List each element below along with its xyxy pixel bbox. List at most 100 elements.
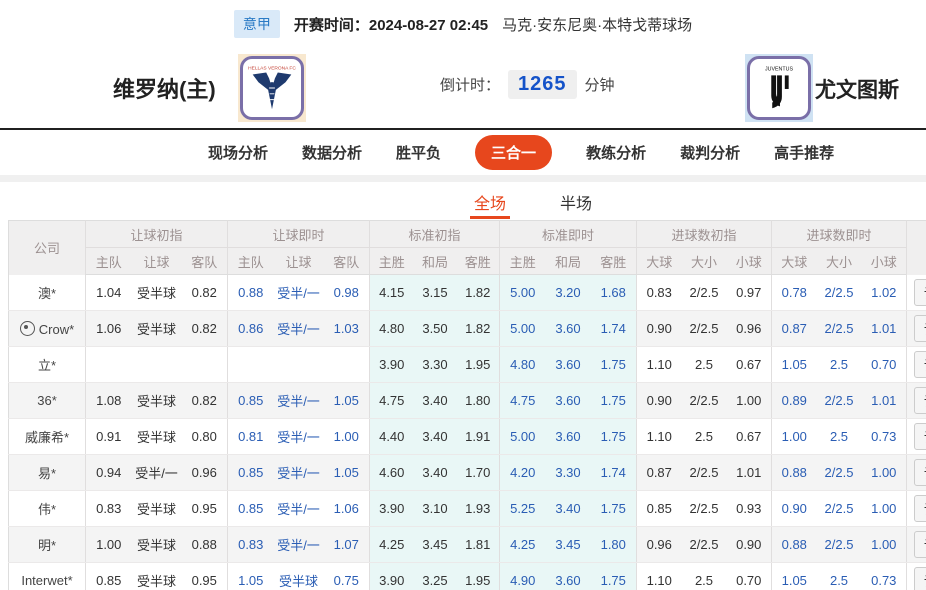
venue-name: 马克·安东尼奥·本特戈蒂球场 <box>502 16 693 34</box>
company-name: 立* <box>8 346 86 383</box>
odds-cell: 受半球 <box>131 274 182 311</box>
odds-cell: 0.94 <box>85 454 132 491</box>
odds-cell: 受半/一 <box>273 274 324 311</box>
odds-cell: 3.45 <box>545 526 591 563</box>
odds-cell: 受半球 <box>131 490 182 527</box>
odds-cell: 0.87 <box>771 310 817 347</box>
odds-cell: 0.82 <box>181 310 228 347</box>
odds-cell: 3.30 <box>413 346 457 383</box>
odds-cell: 受半/一 <box>273 382 324 419</box>
odds-cell: 1.10 <box>636 418 682 455</box>
odds-cell: 1.10 <box>636 346 682 383</box>
odds-cell: 2/2.5 <box>681 454 727 491</box>
odds-cell: 1.81 <box>456 526 500 563</box>
odds-cell: 0.86 <box>227 310 274 347</box>
odds-cell: 3.60 <box>545 418 591 455</box>
odds-cell: 0.85 <box>227 382 274 419</box>
odds-cell: 0.96 <box>181 454 228 491</box>
detail-button[interactable]: 详 <box>914 423 926 450</box>
period-tab-0[interactable]: 全场 <box>469 182 510 219</box>
odds-cell: 2/2.5 <box>681 274 727 311</box>
odds-cell: 0.70 <box>726 562 772 590</box>
detail-button[interactable]: 详 <box>914 351 926 378</box>
odds-cell: 0.85 <box>636 490 682 527</box>
odds-cell: 1.10 <box>636 562 682 590</box>
odds-cell: 0.96 <box>636 526 682 563</box>
detail-button[interactable]: 详 <box>914 531 926 558</box>
sub-header-2-0: 主胜 <box>369 247 414 275</box>
odds-cell: 3.60 <box>545 382 591 419</box>
sub-header-4-0: 大球 <box>636 247 682 275</box>
odds-cell: 1.00 <box>861 490 907 527</box>
odds-cell: 4.20 <box>499 454 546 491</box>
detail-button[interactable]: 详 <box>914 459 926 486</box>
sub-header-5-1: 大小 <box>816 247 862 275</box>
sub-header-0-2: 客队 <box>181 247 228 275</box>
odds-cell: 2/2.5 <box>816 454 862 491</box>
odds-cell: 1.00 <box>726 382 772 419</box>
odds-cell: 1.93 <box>456 490 500 527</box>
company-name: 威廉希* <box>8 418 86 455</box>
detail-button[interactable]: 详 <box>914 495 926 522</box>
odds-row-0: 澳* 1.04 受半球 0.82 0.88 受半/一 0.98 4.15 3.15 1.82 5.0… <box>8 274 926 311</box>
sub-header-0-0: 主队 <box>85 247 132 275</box>
odds-cell: 受半球 <box>131 526 182 563</box>
nav-tab-3[interactable]: 三合一 <box>475 135 553 170</box>
nav-tab-1[interactable]: 数据分析 <box>302 142 362 163</box>
group-header-0: 让球初指 <box>85 220 228 248</box>
detail-button[interactable]: 详 <box>914 278 926 306</box>
odds-cell: 2.5 <box>681 346 727 383</box>
odds-cell: 1.00 <box>85 526 132 563</box>
odds-cell: 1.01 <box>726 454 772 491</box>
odds-table-head: 公司 让球初指 让球即时 标准初指 标准即时 进球数初指 进球数即时 主队 让球 客队 主队 让球 客队… <box>8 220 926 275</box>
odds-cell: 1.06 <box>323 490 370 527</box>
odds-cell: 3.60 <box>545 346 591 383</box>
odds-cell: 0.75 <box>323 562 370 590</box>
nav-tab-5[interactable]: 裁判分析 <box>680 142 740 163</box>
odds-cell: 0.95 <box>181 562 228 590</box>
odds-row-1: Crow* 1.06 受半球 0.82 0.86 受半/一 1.03 4.80 3.50 1.82… <box>8 310 926 347</box>
company-name: Interwet* <box>8 562 86 590</box>
odds-table-body: 澳* 1.04 受半球 0.82 0.88 受半/一 0.98 4.15 3.15 1.82 5.0… <box>8 274 926 590</box>
odds-cell: 3.90 <box>369 346 414 383</box>
nav-tab-0[interactable]: 现场分析 <box>208 142 268 163</box>
top-info-bar: 意甲 开赛时间：2024-08-27 02:45 马克·安东尼奥·本特戈蒂球场 <box>0 0 926 48</box>
odds-cell: 4.80 <box>499 346 546 383</box>
period-tabs: 全场 半场 <box>0 182 926 219</box>
sub-header-2-1: 和局 <box>413 247 457 275</box>
odds-cell: 1.00 <box>861 454 907 491</box>
odds-cell: 3.20 <box>545 274 591 311</box>
odds-cell: 2.5 <box>681 418 727 455</box>
odds-cell: 0.90 <box>771 490 817 527</box>
group-header-1: 让球即时 <box>227 220 370 248</box>
odds-cell: 受半球 <box>131 382 182 419</box>
odds-cell: 1.70 <box>456 454 500 491</box>
detail-button[interactable]: 详 <box>914 387 926 414</box>
odds-cell: 4.75 <box>499 382 546 419</box>
odds-cell: 1.91 <box>456 418 500 455</box>
nav-tab-2[interactable]: 胜平负 <box>396 142 441 163</box>
odds-cell: 2/2.5 <box>816 526 862 563</box>
company-name: 易* <box>8 454 86 491</box>
odds-cell: 1.74 <box>590 310 637 347</box>
odds-cell: 受半球 <box>273 562 324 590</box>
period-tab-1[interactable]: 半场 <box>556 182 596 219</box>
detail-cell: 详 <box>906 490 926 527</box>
odds-cell: 0.67 <box>726 346 772 383</box>
odds-cell: 1.95 <box>456 562 500 590</box>
detail-button[interactable]: 详 <box>914 315 926 342</box>
kickoff-time: 开赛时间：2024-08-27 02:45 <box>294 14 488 35</box>
detail-button[interactable]: 详 <box>914 567 926 590</box>
odds-cell: 2/2.5 <box>681 382 727 419</box>
odds-cell: 1.75 <box>590 490 637 527</box>
odds-cell: 1.05 <box>227 562 274 590</box>
nav-tab-4[interactable]: 教练分析 <box>586 142 646 163</box>
verona-crest-text: HELLAS VERONA FC <box>248 66 296 72</box>
odds-cell: 0.85 <box>227 454 274 491</box>
odds-cell <box>227 346 274 383</box>
nav-tab-6[interactable]: 高手推荐 <box>774 142 834 163</box>
odds-cell: 1.01 <box>861 310 907 347</box>
odds-cell: 0.96 <box>726 310 772 347</box>
odds-cell: 0.91 <box>85 418 132 455</box>
company-header: 公司 <box>8 220 86 275</box>
